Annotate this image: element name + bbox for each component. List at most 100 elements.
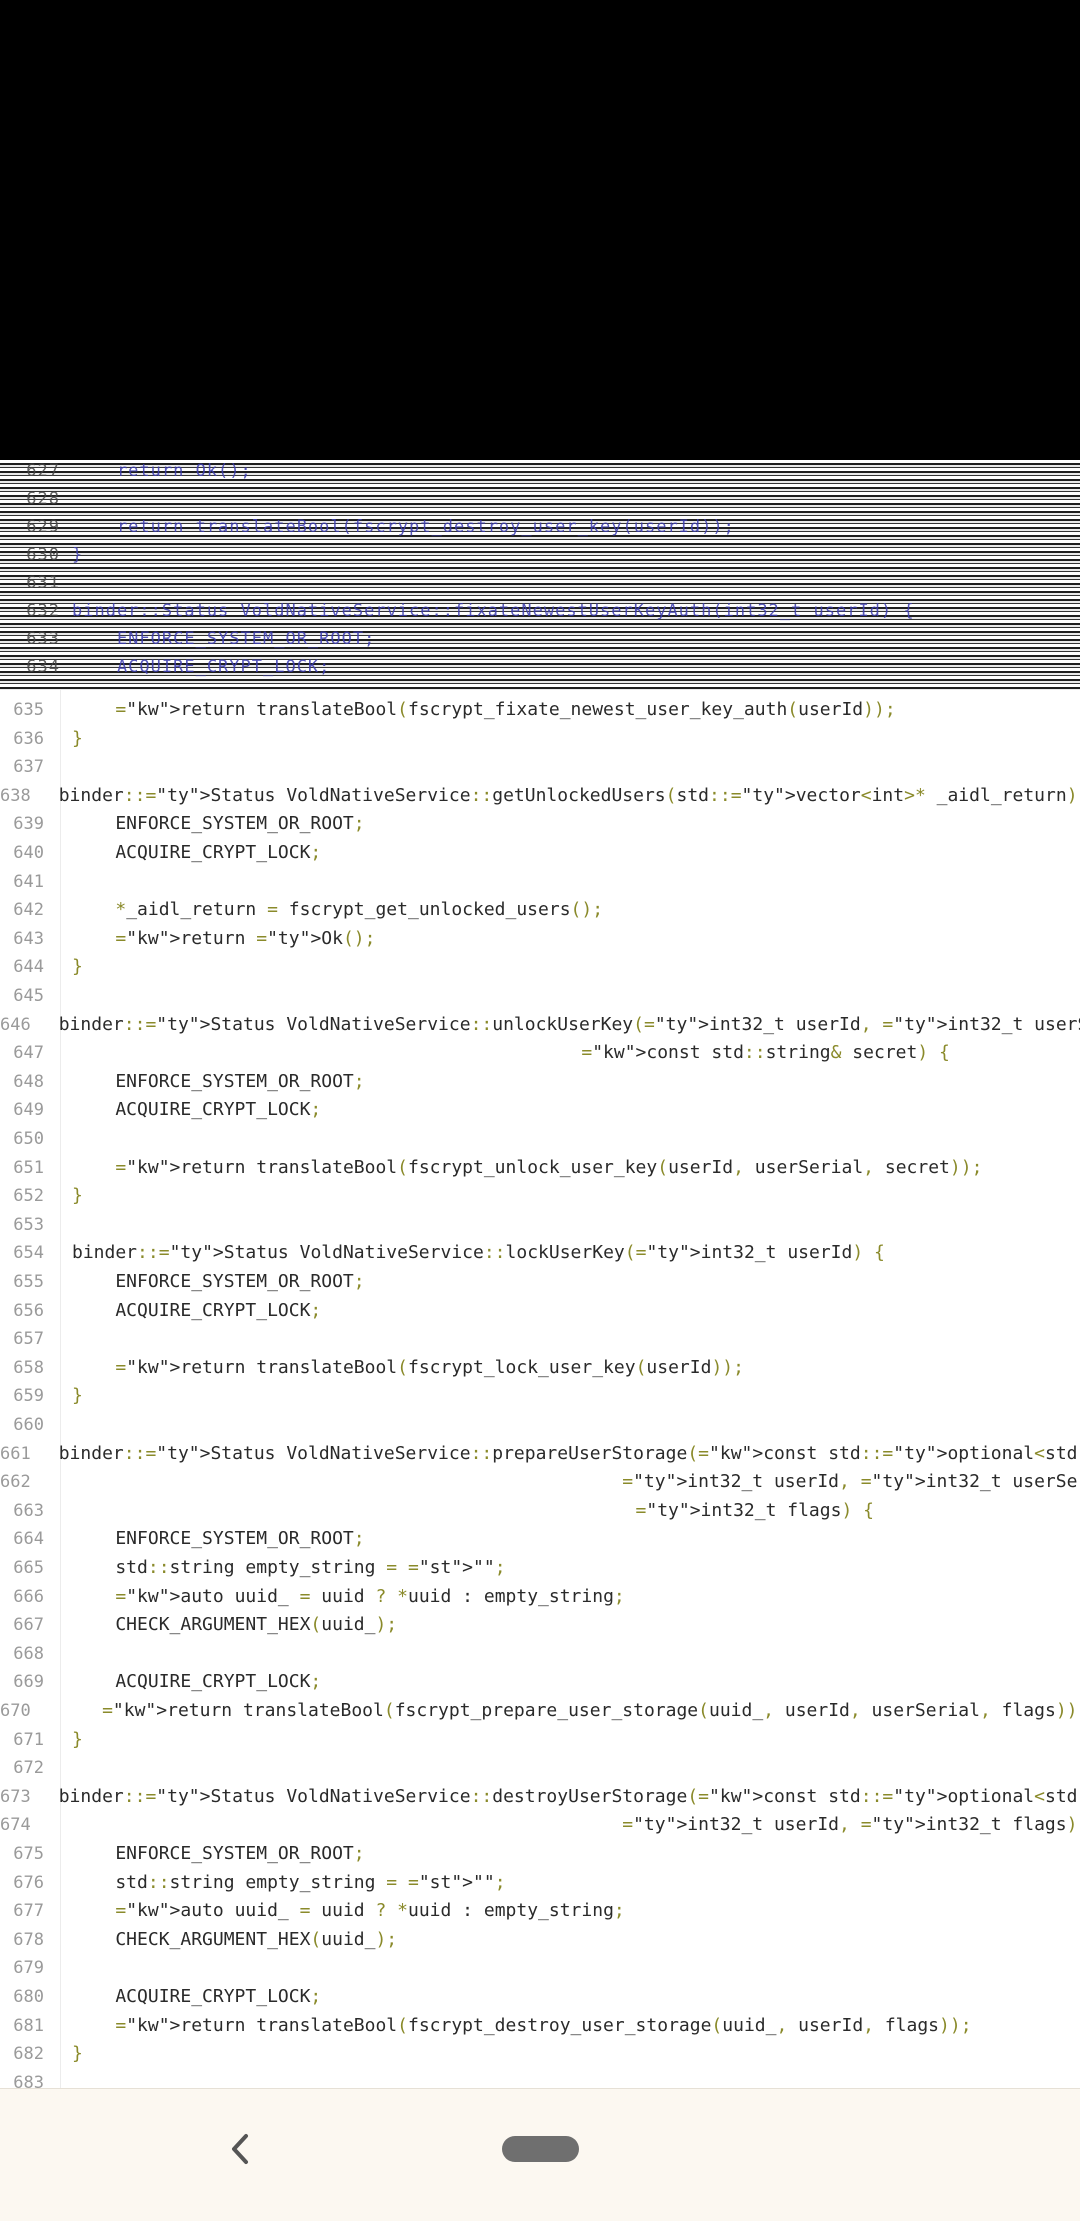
code-line: 644} [0, 953, 1080, 982]
code-line: 682} [0, 2040, 1080, 2069]
line-number: 663 [13, 1500, 44, 1521]
code-line: 646 binder::="ty">Status VoldNativeServic… [0, 1011, 1080, 1040]
back-button[interactable] [210, 2119, 270, 2179]
code-text: return translateBool(fscrypt_destroy_use… [72, 517, 735, 537]
line-number: 657 [13, 1329, 44, 1350]
code-line: 681 ="kw">return translateBool(fscrypt_d… [0, 2012, 1080, 2041]
code-line: 663 ="ty">int32_t flags) { [0, 1497, 1080, 1526]
line-number: 660 [13, 1415, 44, 1435]
line-number: 679 [13, 1958, 44, 1979]
line-number: 650 [13, 1129, 44, 1149]
line-number: 630 [26, 545, 60, 565]
code-text: ="kw">return translateBool(fscrypt_fixat… [115, 699, 896, 720]
code-text: binder::="ty">Status VoldNativeService::… [58, 784, 1078, 806]
code-line: 643 ="kw">return ="ty">Ok(); [0, 925, 1080, 954]
code-text: binder::="ty">Status VoldNativeService::… [58, 1013, 1080, 1035]
code-text: ACQUIRE_CRYPT_LOCK; [72, 1986, 322, 2007]
line-number: 655 [13, 1272, 44, 1292]
code-line: 658 ="kw">return translateBool(fscrypt_l… [0, 1354, 1080, 1383]
line-number: 638 [0, 785, 31, 806]
code-line: 636} [0, 725, 1080, 754]
code-line: 647 ="kw">const std::string& secret) { [0, 1039, 1080, 1068]
code-line: 676 std::string empty_string = ="st">""; [0, 1869, 1080, 1898]
line-number: 649 [13, 1100, 44, 1121]
code-line: 673 binder::="ty">Status VoldNativeServic… [0, 1783, 1080, 1812]
glitched-code-line: 628 [0, 489, 72, 509]
glitched-code-line: 627 return Ok(); [0, 461, 252, 481]
code-line: 667 CHECK_ARGUMENT_HEX(uuid_); [0, 1611, 1080, 1640]
code-text: ="kw">const std::string& secret) { [581, 1042, 950, 1064]
line-number: 666 [13, 1586, 44, 1607]
line-number: 682 [13, 2044, 44, 2065]
glitched-code-line: 630} [0, 545, 83, 565]
code-text: ENFORCE_SYSTEM_OR_ROOT; [72, 1528, 365, 1550]
code-line: 659} [0, 1382, 1080, 1411]
code-line: 649 ACQUIRE_CRYPT_LOCK; [0, 1096, 1080, 1125]
line-number: 642 [13, 900, 44, 921]
line-number: 652 [13, 1186, 44, 1207]
code-line: 674 ="ty">int32_t userId, ="ty">int32_t … [0, 1811, 1080, 1840]
line-number: 645 [13, 986, 44, 1006]
code-text: binder::="ty">Status VoldNativeService::… [58, 1442, 1080, 1464]
line-number: 661 [0, 1443, 31, 1464]
glitched-code-line: 631 [0, 573, 72, 593]
glitched-code-line: 634 ACQUIRE_CRYPT_LOCK; [0, 657, 330, 677]
code-text: ACQUIRE_CRYPT_LOCK; [72, 1299, 322, 1321]
code-text: ="kw">return ="ty">Ok(); [115, 927, 376, 949]
code-text: binder::="ty">Status VoldNativeService::… [58, 1785, 1080, 1807]
code-line: 668 [0, 1640, 1080, 1669]
code-text: ="kw">return translateBool(fscrypt_prepa… [102, 1700, 1080, 1721]
code-text: ="ty">int32_t flags) { [635, 1499, 874, 1521]
line-number: 677 [13, 1901, 44, 1922]
code-line: 675 ENFORCE_SYSTEM_OR_ROOT; [0, 1840, 1080, 1869]
line-number: 659 [13, 1386, 44, 1407]
top-blank-area [0, 0, 1080, 460]
code-line: 662 ="ty">int32_t userId, ="ty">int32_t … [0, 1468, 1080, 1497]
line-number: 628 [26, 489, 60, 509]
code-text: *_aidl_return = fscrypt_get_unlocked_use… [115, 899, 604, 921]
code-text: ENFORCE_SYSTEM_OR_ROOT; [72, 1070, 365, 1092]
line-number: 676 [13, 1872, 44, 1893]
line-number: 680 [13, 1987, 44, 2007]
code-text: ="ty">int32_t userId, ="ty">int32_t user… [622, 1471, 1080, 1493]
code-line: 679 [0, 1954, 1080, 1983]
code-text: ="kw">return translateBool(fscrypt_destr… [115, 2014, 972, 2036]
line-number: 641 [13, 871, 44, 892]
code-text: ENFORCE_SYSTEM_OR_ROOT; [72, 1271, 365, 1292]
code-text: std::string empty_string = ="st">""; [72, 1557, 506, 1578]
home-pill-button[interactable] [502, 2136, 579, 2162]
code-line: 654 binder::="ty">Status VoldNativeServic… [0, 1239, 1080, 1268]
line-number: 639 [13, 814, 44, 835]
code-text: binder::Status VoldNativeService::fixate… [72, 601, 915, 621]
line-number: 651 [13, 1157, 44, 1178]
code-view[interactable]: 635 ="kw">return translateBool(fscrypt_f… [0, 690, 1080, 2088]
code-line: 653 [0, 1211, 1080, 1240]
code-line: 660 [0, 1411, 1080, 1440]
line-number: 634 [26, 657, 60, 677]
glitched-code-line: 632 binder::Status VoldNativeService::fix… [0, 601, 915, 621]
code-line: 637 [0, 753, 1080, 782]
code-text: ACQUIRE_CRYPT_LOCK; [72, 1099, 322, 1121]
code-line: 640 ACQUIRE_CRYPT_LOCK; [0, 839, 1080, 868]
line-number: 669 [13, 1672, 44, 1693]
code-line: 661 binder::="ty">Status VoldNativeServic… [0, 1440, 1080, 1469]
code-line: 671} [0, 1726, 1080, 1755]
code-line: 641 [0, 868, 1080, 897]
line-number: 637 [13, 757, 44, 778]
code-text: ENFORCE_SYSTEM_OR_ROOT; [72, 813, 365, 835]
line-number: 670 [0, 1701, 31, 1721]
line-number: 640 [13, 843, 44, 863]
code-text: binder::="ty">Status VoldNativeService::… [72, 1242, 885, 1264]
line-number: 672 [13, 1758, 44, 1779]
code-text: } [72, 1185, 83, 1207]
line-number: 667 [13, 1615, 44, 1636]
line-number: 647 [13, 1043, 44, 1064]
code-line: 635 ="kw">return translateBool(fscrypt_f… [0, 696, 1080, 725]
code-line: 680 ACQUIRE_CRYPT_LOCK; [0, 1983, 1080, 2012]
code-line: 665 std::string empty_string = ="st">""; [0, 1554, 1080, 1583]
chevron-left-icon [232, 2134, 248, 2164]
code-line: 650 [0, 1125, 1080, 1154]
